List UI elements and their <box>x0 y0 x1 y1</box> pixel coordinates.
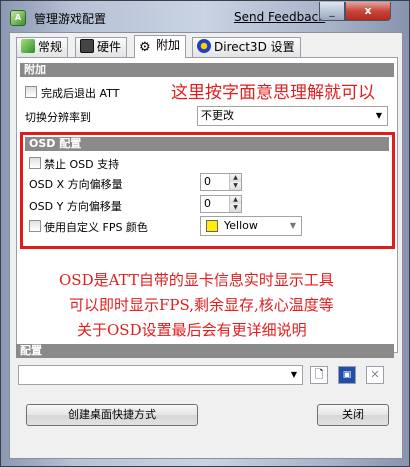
tab-hardware-label: 硬件 <box>97 40 122 54</box>
osd-y-offset-label: OSD Y 方向偏移量 <box>29 200 122 213</box>
osd-x-offset-stepper[interactable]: 0 ▲ ▼ <box>200 173 242 191</box>
fps-color-select[interactable]: Yellow ▼ <box>200 216 302 236</box>
tab-general-label: 常规 <box>38 40 63 54</box>
resolution-select[interactable]: 不更改 ▼ <box>197 106 388 126</box>
spin-up-icon[interactable]: ▲ <box>229 196 241 204</box>
chevron-down-icon: ▼ <box>290 370 298 379</box>
close-button[interactable]: 关闭 <box>317 404 389 426</box>
hardware-icon <box>80 39 94 53</box>
resolution-select-value: 不更改 <box>201 109 234 122</box>
window-frame: A 管理游戏配置 Send Feedback _ x 常规 硬件 ⚙ 附加 Dir… <box>0 0 410 467</box>
disable-osd-label: 禁止 OSD 支持 <box>44 158 120 171</box>
disable-osd-checkbox[interactable] <box>29 157 41 169</box>
tab-hardware[interactable]: 硬件 <box>75 37 128 57</box>
tab-general[interactable]: 常规 <box>16 37 69 57</box>
spin-down-icon[interactable]: ▼ <box>229 204 241 212</box>
exit-att-label: 完成后退出 ATT <box>41 87 120 100</box>
osd-x-offset-value: 0 <box>204 175 211 188</box>
title-bar: A 管理游戏配置 Send Feedback _ x <box>1 1 409 33</box>
gear-icon: ⚙ <box>139 40 151 55</box>
att-app-icon: A <box>10 10 26 26</box>
osd-annotation-line-3: 关于OSD设置最后会有更详细说明 <box>77 321 307 339</box>
tab-direct3d-label: Direct3D 设置 <box>214 40 295 54</box>
tab-direct3d[interactable]: Direct3D 设置 <box>192 37 301 57</box>
config-heading: 配置 <box>16 344 394 358</box>
top-annotation: 这里按字面意思理解就可以 <box>171 83 375 103</box>
spin-down-icon[interactable]: ▼ <box>229 182 241 190</box>
window-title: 管理游戏配置 <box>34 12 107 26</box>
exit-att-checkbox[interactable] <box>25 86 37 98</box>
osd-annotation-line-1: OSD是ATT自带的显卡信息实时显示工具 <box>59 271 334 289</box>
general-icon <box>21 39 35 53</box>
color-swatch <box>206 220 218 232</box>
minimize-button[interactable]: _ <box>319 2 345 21</box>
osd-heading: OSD 配置 <box>25 137 389 151</box>
osd-annotation-line-2: 可以即时显示FPS,剩余显存,核心温度等 <box>69 296 334 314</box>
close-window-button[interactable]: x <box>345 2 391 21</box>
profile-select[interactable]: ▼ <box>18 365 303 385</box>
send-feedback-link[interactable]: Send Feedback <box>234 10 325 24</box>
osd-x-offset-label: OSD X 方向偏移量 <box>29 178 123 191</box>
tab-extras-label: 附加 <box>156 38 181 52</box>
osd-y-offset-stepper[interactable]: 0 ▲ ▼ <box>200 195 242 213</box>
dialog-client-area: 常规 硬件 ⚙ 附加 Direct3D 设置 附加 完成后退出 ATT 这里按字面… <box>9 32 403 459</box>
chevron-down-icon: ▼ <box>375 111 383 120</box>
resolution-label: 切换分辨率到 <box>25 111 91 124</box>
extras-heading: 附加 <box>20 63 394 77</box>
tab-extras[interactable]: ⚙ 附加 <box>134 35 187 58</box>
custom-fps-color-checkbox[interactable] <box>29 220 41 232</box>
save-icon[interactable]: ▣ <box>338 366 356 384</box>
delete-icon[interactable]: ✕ <box>366 366 384 384</box>
custom-fps-color-label: 使用自定义 FPS 颜色 <box>44 221 148 234</box>
create-shortcut-button[interactable]: 创建桌面快捷方式 <box>26 404 198 426</box>
osd-y-offset-value: 0 <box>204 197 211 210</box>
spin-up-icon[interactable]: ▲ <box>229 174 241 182</box>
chevron-down-icon: ▼ <box>289 221 297 230</box>
extras-tab-panel: 附加 完成后退出 ATT 这里按字面意思理解就可以 切换分辨率到 不更改 ▼ O… <box>16 57 398 353</box>
new-file-icon[interactable]: 🗋 <box>310 366 328 384</box>
fps-color-value: Yellow <box>224 219 258 232</box>
directx-icon <box>197 39 211 53</box>
